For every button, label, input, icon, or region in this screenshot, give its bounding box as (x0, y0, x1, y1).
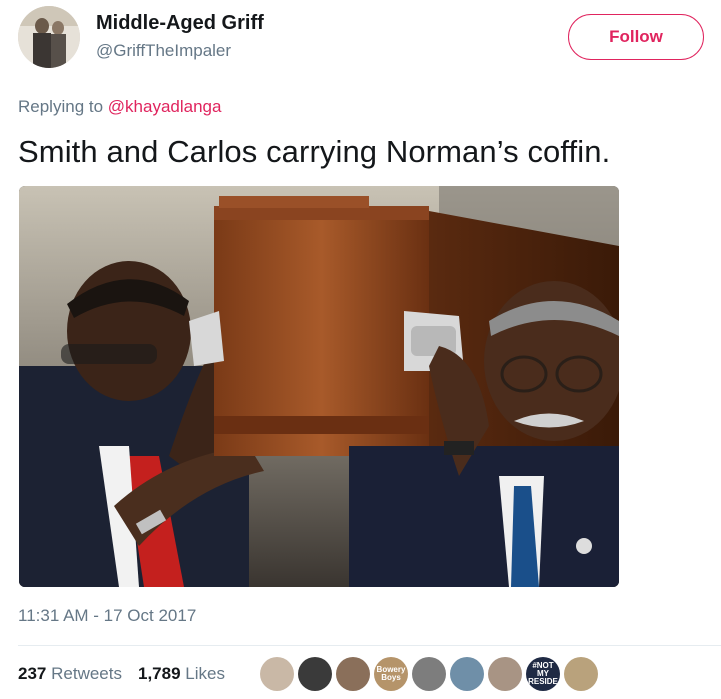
liker-avatar[interactable]: Bowery Boys (374, 657, 408, 691)
retweets-stat[interactable]: 237 Retweets (18, 664, 122, 684)
liker-avatar[interactable] (450, 657, 484, 691)
likers-avatars: Bowery Boys #NOT MY RESIDE (260, 657, 598, 691)
liker-avatar[interactable] (488, 657, 522, 691)
reply-to-link[interactable]: @khayadlanga (108, 97, 222, 116)
author-avatar[interactable] (18, 6, 80, 68)
liker-avatar[interactable] (260, 657, 294, 691)
follow-button[interactable]: Follow (568, 14, 704, 60)
divider (18, 645, 721, 646)
author-handle[interactable]: @GriffTheImpaler (96, 41, 231, 61)
author-name[interactable]: Middle-Aged Griff (96, 12, 264, 35)
tweet-text: Smith and Carlos carrying Norman’s coffi… (18, 134, 611, 169)
tweet-photo[interactable] (19, 186, 619, 587)
liker-avatar[interactable]: #NOT MY RESIDE (526, 657, 560, 691)
liker-avatar[interactable] (298, 657, 332, 691)
liker-avatar[interactable] (336, 657, 370, 691)
retweets-label: Retweets (51, 664, 122, 683)
liker-avatar[interactable] (564, 657, 598, 691)
likes-label: Likes (185, 664, 225, 683)
reply-prefix: Replying to (18, 97, 108, 116)
likes-stat[interactable]: 1,789 Likes (138, 664, 225, 684)
likes-count: 1,789 (137, 664, 181, 683)
tweet-stats: 237 Retweets 1,789 Likes (18, 664, 225, 684)
liker-avatar[interactable] (412, 657, 446, 691)
tweet-timestamp[interactable]: 11:31 AM - 17 Oct 2017 (18, 606, 196, 626)
reply-context: Replying to @khayadlanga (18, 97, 221, 117)
retweets-count: 237 (18, 664, 47, 683)
